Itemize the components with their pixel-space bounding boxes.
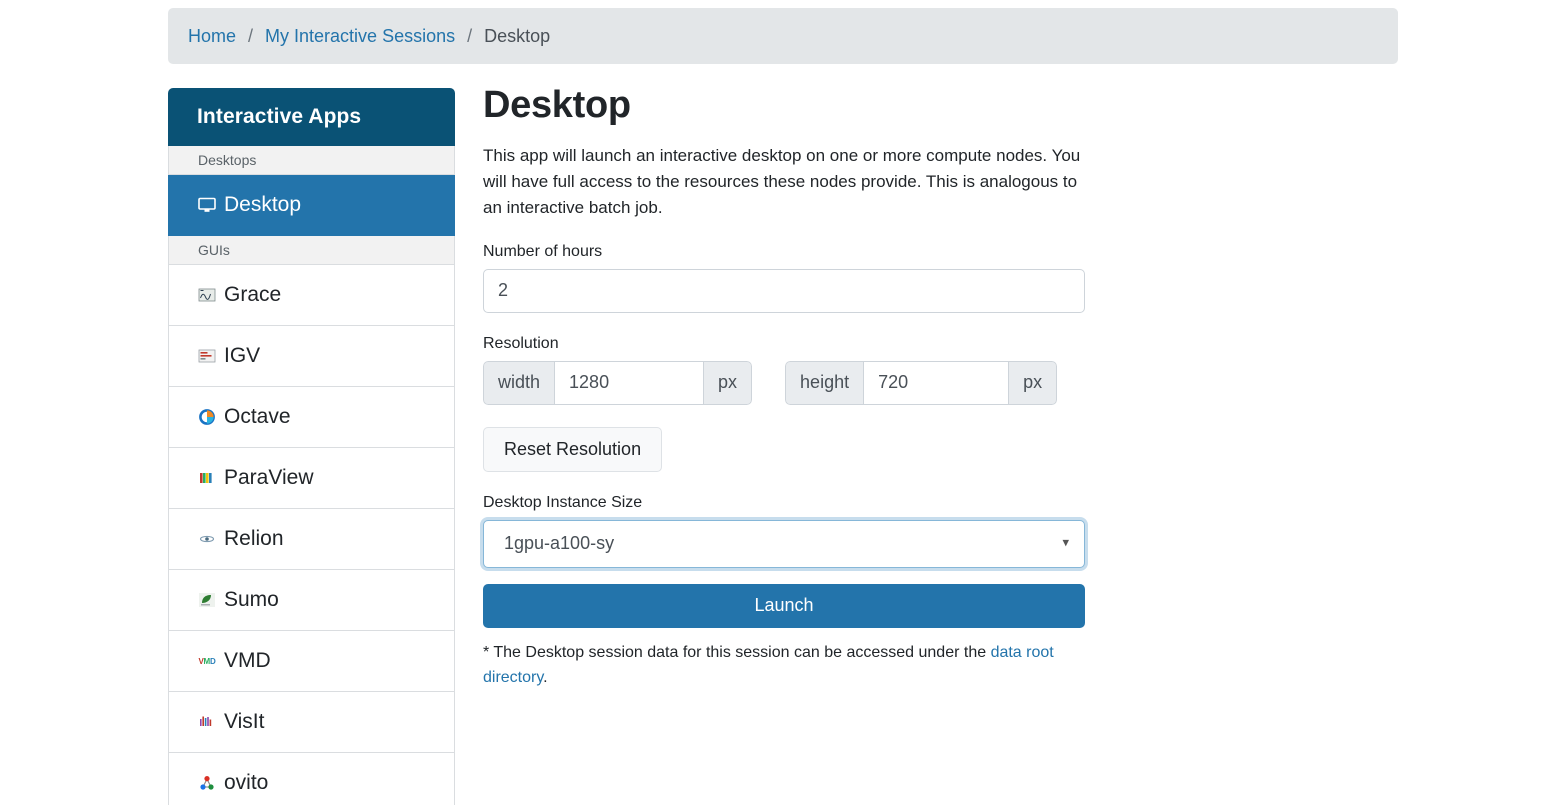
reset-resolution-button[interactable]: Reset Resolution [483, 426, 663, 472]
svg-text:D: D [210, 657, 216, 666]
breadcrumb-separator: / [248, 25, 254, 46]
sidebar-item-visit[interactable]: VisIt [168, 692, 455, 753]
sidebar-item-label: IGV [224, 344, 261, 367]
sidebar-item-vmd[interactable]: V M D VMD [168, 631, 455, 692]
paraview-icon [198, 469, 216, 487]
sidebar-item-label: VMD [224, 649, 271, 672]
breadcrumb-item-home[interactable]: Home [188, 26, 236, 47]
main-content: Desktop This app will launch an interact… [483, 84, 1085, 706]
sumo-icon [198, 591, 216, 609]
sidebar-item-grace[interactable]: Grace [168, 265, 455, 326]
sidebar-item-desktop[interactable]: Desktop [168, 175, 455, 236]
sidebar-item-ovito[interactable]: ovito [168, 753, 455, 805]
visit-icon [198, 713, 216, 731]
breadcrumb-item-my-interactive-sessions[interactable]: My Interactive Sessions [265, 26, 455, 47]
sidebar-item-relion[interactable]: Relion [168, 509, 455, 570]
width-input[interactable] [554, 360, 705, 405]
page-root: Home / My Interactive Sessions / Desktop… [0, 0, 1555, 805]
footnote-text-after: . [543, 668, 548, 686]
sidebar-item-label: ovito [224, 771, 269, 794]
sidebar-item-label: Sumo [224, 588, 279, 611]
page-title: Desktop [483, 84, 631, 126]
app-description: This app will launch an interactive desk… [483, 145, 1081, 217]
sidebar-item-label: Grace [224, 283, 282, 306]
breadcrumb-separator: / [467, 25, 473, 46]
height-input[interactable] [863, 360, 1010, 405]
resolution-row: width px height px [483, 360, 1085, 405]
sidebar-item-sumo[interactable]: Sumo [168, 570, 455, 631]
sidebar-section-desktops: Desktops [168, 146, 455, 175]
height-input-group: height px [785, 360, 1058, 405]
sidebar-item-octave[interactable]: Octave [168, 387, 455, 448]
sidebar-item-label: Desktop [224, 193, 302, 216]
width-unit-label: px [704, 360, 753, 405]
relion-icon [198, 530, 216, 548]
session-data-footnote: * The Desktop session data for this sess… [483, 640, 1085, 690]
hours-input[interactable] [483, 268, 1085, 313]
launch-button[interactable]: Launch [483, 583, 1085, 628]
instance-size-selected-value: 1gpu-a100-sy [504, 533, 615, 554]
sidebar-item-label: Octave [224, 405, 291, 428]
octave-icon [198, 408, 216, 426]
sidebar-section-guis: GUIs [168, 236, 455, 265]
sidebar-item-igv[interactable]: IGV [168, 326, 455, 387]
sidebar-item-paraview[interactable]: ParaView [168, 448, 455, 509]
sidebar: Interactive Apps Desktops Desktop GUIs G… [168, 88, 455, 805]
instance-size-select[interactable]: 1gpu-a100-sy [483, 519, 1085, 568]
resolution-label: Resolution [483, 334, 559, 352]
instance-size-label: Desktop Instance Size [483, 493, 643, 511]
sidebar-item-label: ParaView [224, 466, 314, 489]
igv-icon [198, 347, 216, 365]
instance-size-select-wrapper: 1gpu-a100-sy ▾ [483, 519, 1085, 568]
hours-label: Number of hours [483, 242, 603, 260]
sidebar-item-label: VisIt [224, 710, 265, 733]
sidebar-header: Interactive Apps [168, 88, 455, 146]
vmd-icon: V M D [198, 652, 217, 670]
sidebar-item-label: Relion [224, 527, 284, 550]
grace-icon [198, 286, 216, 304]
breadcrumb-item-desktop: Desktop [484, 25, 551, 46]
breadcrumb: Home / My Interactive Sessions / Desktop [168, 8, 1398, 64]
height-unit-label: px [1009, 360, 1058, 405]
footnote-text-before: * The Desktop session data for this sess… [483, 643, 991, 661]
ovito-icon [198, 774, 216, 792]
width-addon-label: width [483, 360, 555, 405]
monitor-icon [198, 196, 216, 214]
height-addon-label: height [785, 360, 864, 405]
width-input-group: width px [483, 360, 753, 405]
